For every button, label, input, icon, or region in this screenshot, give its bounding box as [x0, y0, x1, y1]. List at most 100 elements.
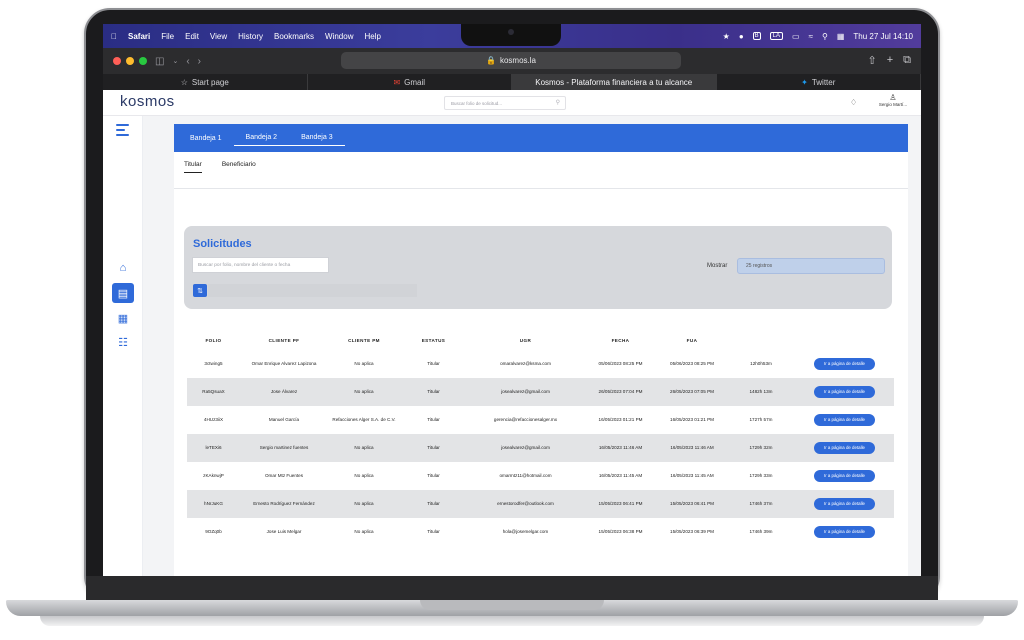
col-fecha: FECHA — [611, 338, 630, 343]
cell-tiempo: 1729h 33m — [749, 473, 773, 478]
cell-ugr: omaralvarez@ksma.com — [500, 361, 551, 366]
wifi-icon[interactable]: ≈ — [809, 32, 813, 41]
cell-fua: 15/05/2023 06:41 PM — [670, 501, 714, 506]
col-estatus: ESTATUS — [421, 338, 446, 343]
tab-overview-icon[interactable]: ⧉ — [903, 54, 911, 67]
user-menu[interactable]: ♙ Sergio Martí... — [874, 93, 912, 108]
home-icon[interactable]: ⌂ — [115, 260, 131, 276]
clipboard-icon[interactable]: ☷ — [115, 334, 131, 350]
table-row: 9OZq0b Jose Luis Melgar No aplica Titular ho… — [187, 518, 894, 546]
hamburger-menu-icon[interactable] — [116, 124, 129, 139]
cell-tiempo: 1727h 57m — [749, 417, 773, 422]
menubar-status-area: ★ ● B LA ▭ ≈ ⚲ ▦ Thu 27 Jul 14:10 — [723, 32, 913, 41]
menu-bookmarks[interactable]: Bookmarks — [274, 32, 314, 41]
spotlight-search-icon[interactable]: ⚲ — [822, 32, 828, 41]
focus-icon[interactable]: ● — [739, 32, 744, 41]
col-tiempo — [727, 338, 795, 350]
cell-tiempo: 1746h 39m — [749, 529, 773, 534]
tab-bandeja-3[interactable]: Bandeja 3 — [289, 130, 345, 146]
tab-bandeja-1[interactable]: Bandeja 1 — [178, 130, 234, 146]
detail-button[interactable]: Ir a página de detalle — [813, 386, 875, 398]
tab-beneficiario[interactable]: Beneficiario — [222, 161, 256, 173]
menu-window[interactable]: Window — [325, 32, 353, 41]
menu-app-name[interactable]: Safari — [128, 32, 150, 41]
solicitudes-filter-box: Solicitudes Buscar por folio, nombre del… — [184, 226, 892, 309]
menu-view[interactable]: View — [210, 32, 227, 41]
cell-fecha: 16/05/2023 11:46 AM — [598, 445, 643, 450]
address-bar[interactable]: 🔒 kosmos.la — [341, 52, 681, 69]
cell-folio: 4HUz3iiX — [203, 417, 224, 422]
registros-select[interactable]: 25 registros — [737, 258, 885, 274]
cell-estatus: Titular — [427, 361, 440, 366]
cell-estatus: Titular — [427, 445, 440, 450]
cell-folio: Ra5QsuaX — [202, 389, 225, 394]
kosmos-logo[interactable]: kosmos — [120, 93, 175, 110]
minimize-window-button[interactable] — [126, 57, 134, 65]
folio-search-input[interactable]: Buscar folio de solicitud... ⚲ — [444, 96, 566, 110]
detail-button[interactable]: Ir a página de detalle — [813, 414, 875, 426]
menubar-clock[interactable]: Thu 27 Jul 14:10 — [853, 32, 913, 41]
detail-button[interactable]: Ir a página de detalle — [813, 498, 875, 510]
tab-label: Gmail — [404, 77, 426, 87]
new-tab-icon[interactable]: + — [887, 54, 893, 67]
col-cliente-pm: CLIENTE PM — [348, 338, 380, 343]
menu-edit[interactable]: Edit — [185, 32, 199, 41]
cell-tiempo: 1729h 32m — [749, 445, 773, 450]
filter-icon[interactable]: ⇅ — [193, 284, 207, 297]
bell-icon[interactable]: ♢ — [850, 98, 857, 107]
cell-fecha: 15/05/2023 06:41 PM — [598, 501, 643, 506]
app-b-icon[interactable]: B — [752, 32, 761, 40]
laptop-base-shadow — [40, 616, 984, 626]
tab-kosmos[interactable]: Kosmos - Plataforma financiera a tu alca… — [512, 74, 717, 90]
sidebar-toggle-icon[interactable]: ◫ — [155, 56, 164, 67]
inbox-icon[interactable]: ▤ — [112, 283, 134, 303]
cell-estatus: Titular — [427, 501, 440, 506]
cell-acciones: Ir a página de detalle — [795, 470, 894, 482]
cell-acciones: Ir a página de detalle — [795, 358, 894, 370]
table-row: 3ctwing5 Omar Enrique Alvarez Lapizona No … — [187, 350, 894, 378]
table-row: Ra5QsuaX Jose Álvarez No aplica Titular jose… — [187, 378, 894, 406]
cell-folio: leTEXi6 — [205, 445, 222, 450]
tab-twitter[interactable]: ✦ Twitter — [717, 74, 921, 90]
cell-ugr: gerencia@refaccionesalger.mx — [493, 417, 558, 422]
solicitudes-search-placeholder: Buscar por folio, nombre del cliente o f… — [198, 262, 291, 268]
cell-ugr: hola@josemelgar.com — [502, 529, 549, 534]
search-icon: ⚲ — [555, 100, 560, 106]
detail-button[interactable]: Ir a página de detalle — [813, 526, 875, 538]
table-row: 4HUz3iiX Manuel García Refacciones Alger S… — [187, 406, 894, 434]
detail-button[interactable]: Ir a página de detalle — [813, 470, 875, 482]
menu-help[interactable]: Help — [364, 32, 380, 41]
cell-ugr: ernestorodfer@outlook.com — [497, 501, 554, 506]
user-icon: ♙ — [889, 93, 897, 102]
input-source-badge[interactable]: LA — [769, 32, 784, 40]
tab-start-page[interactable]: ☆ Start page — [103, 74, 308, 90]
back-icon[interactable]: ‹ — [186, 56, 189, 67]
cell-fua: 26/05/2023 07:05 PM — [670, 389, 714, 394]
tab-titular[interactable]: Titular — [184, 161, 202, 173]
mostrar-label: Mostrar — [707, 263, 728, 269]
cell-cliente-pm: No aplica — [354, 473, 374, 478]
gmail-icon: ✉ — [393, 77, 401, 87]
table-header: FOLIO CLIENTE PF CLIENTE PM ESTATUS UGR … — [187, 338, 894, 350]
close-window-button[interactable] — [113, 57, 121, 65]
detail-button[interactable]: Ir a página de detalle — [813, 442, 875, 454]
siri-icon[interactable]: ★ — [723, 32, 730, 41]
chevron-down-icon[interactable]: ⌄ — [172, 57, 178, 65]
table-row: hNrJuKG Ernesto Rodríguez Fernández No apl… — [187, 490, 894, 518]
menu-history[interactable]: History — [238, 32, 263, 41]
apple-icon[interactable]:  — [111, 32, 117, 41]
tab-gmail[interactable]: ✉ Gmail — [308, 74, 512, 90]
battery-icon[interactable]: ▭ — [792, 32, 800, 41]
cell-fua: 16/05/2023 11:46 AM — [670, 445, 714, 450]
building-icon[interactable]: ▦ — [115, 310, 131, 326]
share-icon[interactable]: ⇧ — [867, 54, 876, 67]
laptop-screen:  Safari File Edit View History Bookmark… — [103, 24, 921, 576]
menu-file[interactable]: File — [161, 32, 174, 41]
tab-bandeja-2[interactable]: Bandeja 2 — [233, 130, 290, 146]
cell-fua: 05/06/2023 08:25 PM — [670, 361, 714, 366]
forward-icon[interactable]: › — [198, 56, 201, 67]
detail-button[interactable]: Ir a página de detalle — [813, 358, 875, 370]
zoom-window-button[interactable] — [139, 57, 147, 65]
control-center-icon[interactable]: ▦ — [837, 32, 845, 41]
solicitudes-search-input[interactable]: Buscar por folio, nombre del cliente o f… — [192, 257, 329, 273]
